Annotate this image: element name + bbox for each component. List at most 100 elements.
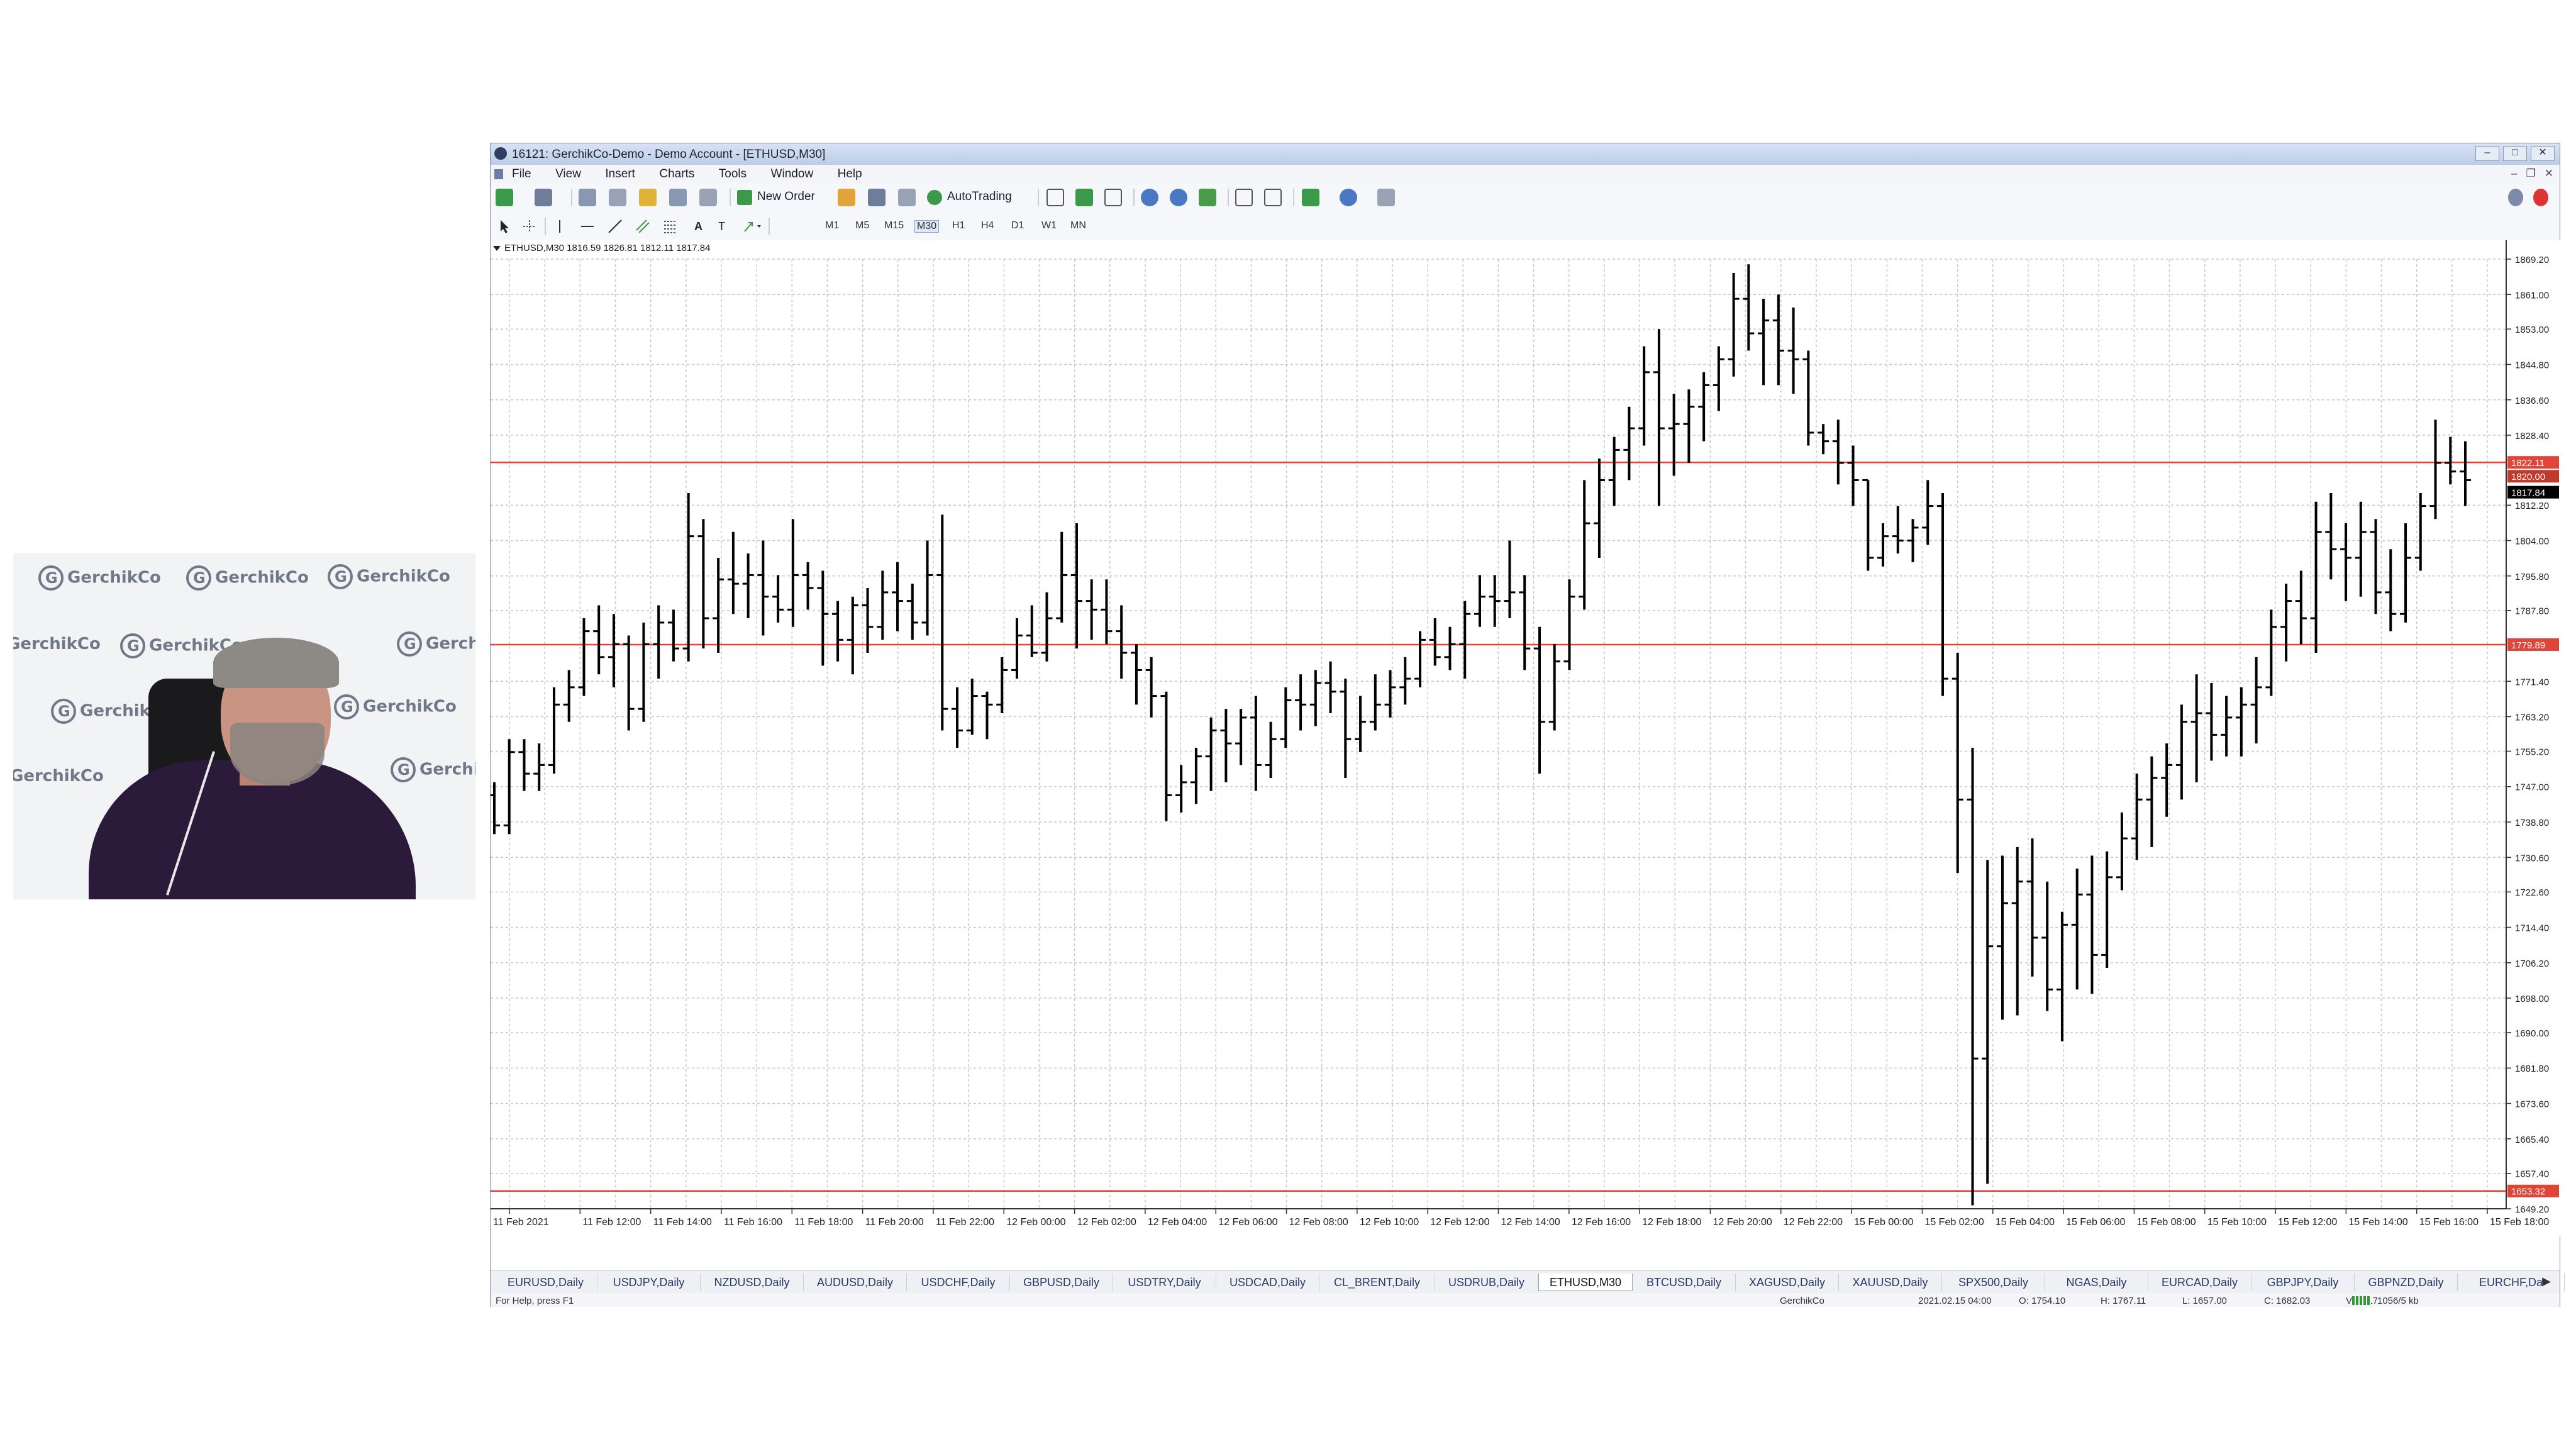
new-order-button[interactable]: New Order	[737, 189, 838, 206]
tab-gbpnzd-daily[interactable]: GBPNZD,Daily	[2355, 1274, 2458, 1291]
scripts-icon[interactable]	[868, 189, 886, 206]
separator	[1038, 189, 1039, 206]
price-chart[interactable]: 1869.20 1861.00 1853.00 1844.80 1836.60 1828.…	[491, 240, 2561, 1236]
timeframe-h4[interactable]: H4	[981, 220, 994, 231]
price-tick-label: 1804.00	[2515, 536, 2549, 547]
timeframe-mn[interactable]: MN	[1070, 220, 1086, 231]
tab-gbpusd-daily[interactable]: GBPUSD,Daily	[1010, 1274, 1113, 1291]
status-datetime: 2021.02.15 04:00	[1918, 1296, 1992, 1306]
tab-xagusd-daily[interactable]: XAGUSD,Daily	[1736, 1274, 1839, 1291]
ohlc-bar	[2116, 812, 2128, 891]
tab-eurusd-daily[interactable]: EURUSD,Daily	[494, 1274, 597, 1291]
horizontal-line-icon[interactable]	[579, 218, 596, 235]
ohlc-bar	[2250, 657, 2262, 744]
mdi-minimize-button[interactable]: –	[2511, 167, 2517, 180]
new-chart-icon[interactable]	[496, 189, 513, 206]
chart-area[interactable]: 1869.20 1861.00 1853.00 1844.80 1836.60 1828.…	[491, 240, 2561, 1236]
menu-tools[interactable]: Tools	[719, 165, 747, 184]
menu-help[interactable]: Help	[838, 165, 862, 184]
timeframe-m15[interactable]: M15	[884, 220, 904, 231]
tab-gbpjpy-daily[interactable]: GBPJPY,Daily	[2251, 1274, 2355, 1291]
price-tick-label: 1738.80	[2515, 818, 2549, 828]
metaeditor-icon[interactable]	[838, 189, 855, 206]
tab-usdtry-daily[interactable]: USDTRY,Daily	[1113, 1274, 1216, 1291]
zoom-in-icon[interactable]	[1141, 189, 1158, 206]
timeframe-h1[interactable]: H1	[952, 220, 965, 231]
data-window-icon[interactable]	[609, 189, 626, 206]
collapse-arrow-icon[interactable]	[493, 246, 501, 251]
search-icon[interactable]	[2508, 189, 2523, 206]
tab-usdjpy-daily[interactable]: USDJPY,Daily	[597, 1274, 701, 1291]
ohlc-bar	[503, 739, 515, 835]
timeframe-d1[interactable]: D1	[1011, 220, 1024, 231]
options-icon[interactable]	[898, 189, 916, 206]
ohlc-bar	[757, 540, 769, 636]
time-tick-label: 12 Feb 10:00	[1360, 1217, 1419, 1228]
tab-ngas-daily[interactable]: NGAS,Daily	[2045, 1274, 2148, 1291]
templates-icon[interactable]	[1377, 189, 1395, 206]
gerchik-logo-icon	[38, 565, 64, 591]
menu-file[interactable]: File	[512, 165, 531, 184]
price-tick-label: 1673.60	[2515, 1099, 2549, 1110]
bar-chart-icon[interactable]	[1046, 189, 1064, 206]
maximize-button[interactable]: □	[2503, 146, 2527, 161]
close-button[interactable]: ✕	[2531, 146, 2555, 161]
crosshair-icon[interactable]	[521, 218, 538, 235]
auto-scroll-icon[interactable]	[1235, 189, 1253, 206]
time-tick-label: 15 Feb 10:00	[2207, 1217, 2267, 1228]
timeframe-m1[interactable]: M1	[825, 220, 839, 231]
timeframe-m30[interactable]: M30	[914, 220, 940, 233]
trendline-icon[interactable]	[606, 218, 624, 235]
profiles-icon[interactable]	[535, 189, 552, 206]
menu-charts[interactable]: Charts	[659, 165, 694, 184]
menu-window[interactable]: Window	[771, 165, 814, 184]
minimize-button[interactable]: –	[2475, 146, 2499, 161]
mdi-restore-button[interactable]: ❐	[2526, 167, 2536, 180]
app-icon	[494, 147, 507, 160]
tab-usdcad-daily[interactable]: USDCAD,Daily	[1216, 1274, 1319, 1291]
cursor-icon[interactable]	[496, 218, 513, 235]
candlestick-icon[interactable]	[1075, 189, 1093, 206]
timeframe-w1[interactable]: W1	[1041, 220, 1057, 231]
chart-shift-icon[interactable]	[1264, 189, 1282, 206]
text-label-icon[interactable]: T	[714, 218, 732, 235]
tab-audusd-daily[interactable]: AUDUSD,Daily	[804, 1274, 907, 1291]
ohlc-bar	[1340, 679, 1352, 779]
notification-icon[interactable]	[2533, 189, 2548, 206]
terminal-icon[interactable]	[669, 189, 687, 206]
mdi-close-button[interactable]: ✕	[2545, 167, 2553, 180]
market-watch-icon[interactable]	[579, 189, 596, 206]
timeframe-m5[interactable]: M5	[855, 220, 869, 231]
tab-ethusd-m30[interactable]: ETHUSD,M30	[1538, 1274, 1633, 1291]
zoom-out-icon[interactable]	[1170, 189, 1187, 206]
metatrader-window: 16121: GerchikCo-Demo - Demo Account - […	[490, 143, 2565, 1307]
ohlc-bar	[563, 670, 575, 722]
tab-usdchf-daily[interactable]: USDCHF,Daily	[907, 1274, 1010, 1291]
text-icon[interactable]: A	[689, 218, 707, 235]
tab-scroll-right-icon[interactable]: ▶	[2542, 1275, 2551, 1288]
tab-spx500-daily[interactable]: SPX500,Daily	[1942, 1274, 2045, 1291]
vertical-line-icon[interactable]	[551, 218, 569, 235]
ohlc-bar	[491, 782, 500, 835]
time-tick-label: 15 Feb 16:00	[2419, 1217, 2479, 1228]
autotrading-button[interactable]: AutoTrading	[927, 189, 1034, 206]
tab-xauusd-daily[interactable]: XAUUSD,Daily	[1839, 1274, 1942, 1291]
equidistant-channel-icon[interactable]	[634, 218, 652, 235]
menu-view[interactable]: View	[555, 165, 581, 184]
price-tick-label: 1755.20	[2515, 747, 2549, 757]
strategy-tester-icon[interactable]	[699, 189, 717, 206]
menu-insert[interactable]: Insert	[605, 165, 635, 184]
periods-icon[interactable]	[1340, 189, 1357, 206]
tab-nzdusd-daily[interactable]: NZDUSD,Daily	[701, 1274, 804, 1291]
tab-eurcad-daily[interactable]: EURCAD,Daily	[2148, 1274, 2251, 1291]
tab-usdrub-daily[interactable]: USDRUB,Daily	[1435, 1274, 1538, 1291]
ohlc-bar	[1444, 626, 1456, 670]
arrows-icon[interactable]	[741, 218, 763, 235]
indicators-icon[interactable]	[1302, 189, 1319, 206]
tab-cl-brent-daily[interactable]: CL_BRENT,Daily	[1319, 1274, 1435, 1291]
tab-btcusd-daily[interactable]: BTCUSD,Daily	[1633, 1274, 1736, 1291]
tile-windows-icon[interactable]	[1199, 189, 1216, 206]
navigator-icon[interactable]	[639, 189, 657, 206]
fibonacci-icon[interactable]	[662, 218, 679, 235]
line-chart-icon[interactable]	[1104, 189, 1122, 206]
